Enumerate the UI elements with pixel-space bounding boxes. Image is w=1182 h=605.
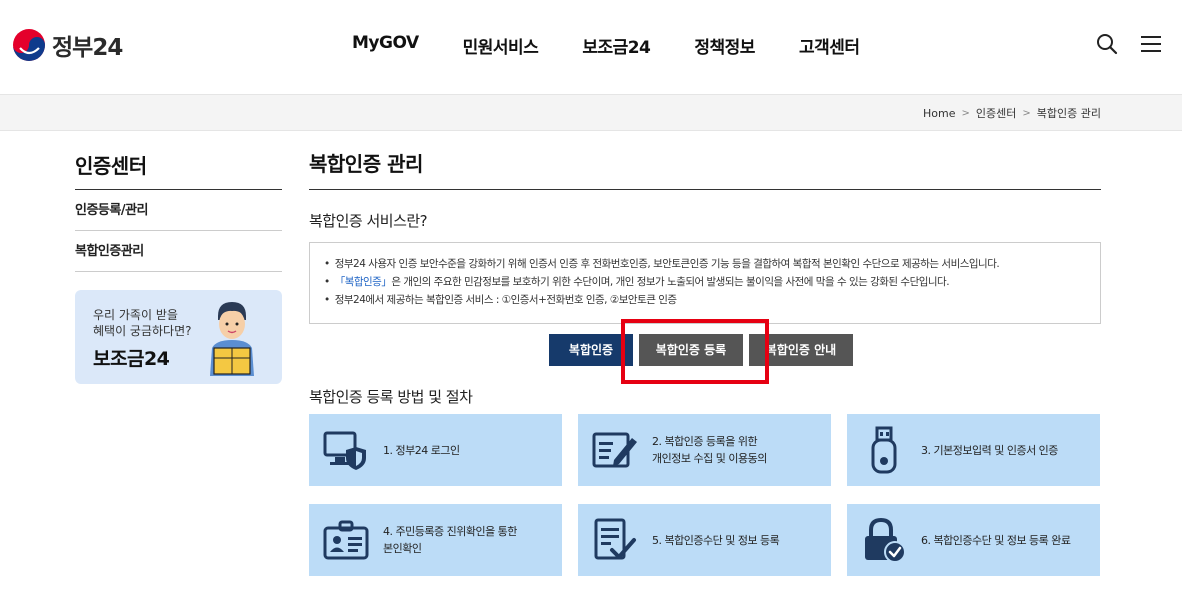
step-6-line1: 6. 복합인증수단 및 정보 등록 완료 xyxy=(921,533,1071,547)
step-4-line1: 4. 주민등록증 진위확인을 통한 xyxy=(383,525,517,538)
breadcrumb-current: 복합인증 관리 xyxy=(1036,107,1101,120)
step-text: 1. 정부24 로그인 xyxy=(383,442,460,459)
step-2-line2: 개인정보 수집 및 이용동의 xyxy=(652,452,767,465)
info-line-2: 「복합인증」은 개인의 주요한 민감정보를 보호하기 위한 수단이며, 개인 정… xyxy=(324,273,1086,291)
step-text: 6. 복합인증수단 및 정보 등록 완료 xyxy=(921,532,1071,549)
step-card-5: 5. 복합인증수단 및 정보 등록 xyxy=(578,504,831,576)
banner-line2: 혜택이 궁금하다면? xyxy=(93,324,192,338)
step-text: 5. 복합인증수단 및 정보 등록 xyxy=(652,532,780,549)
step-text: 4. 주민등록증 진위확인을 통한 본인확인 xyxy=(383,523,517,557)
side-nav-item-auth-register[interactable]: 인증등록/관리 xyxy=(75,190,282,231)
chevron-right-icon: > xyxy=(1022,107,1031,119)
document-check-icon xyxy=(592,517,638,563)
side-nav: 인증센터 인증등록/관리 복합인증관리 우리 가족이 받을 혜택이 궁금하다면?… xyxy=(75,150,282,384)
red-highlight-box xyxy=(621,319,769,384)
step-card-3: 3. 기본정보입력 및 인증서 인증 xyxy=(847,414,1100,486)
info-line-1: 정부24 사용자 인증 보안수준을 강화하기 위해 인증서 인증 후 전화번호인… xyxy=(324,255,1086,273)
site-logo[interactable]: 정부24 xyxy=(12,28,123,62)
step-text: 3. 기본정보입력 및 인증서 인증 xyxy=(921,442,1058,459)
step-card-6: 6. 복합인증수단 및 정보 등록 완료 xyxy=(847,504,1100,576)
nav-subsidy24[interactable]: 보조금24 xyxy=(582,33,651,58)
info-box: 정부24 사용자 인증 보안수준을 강화하기 위해 인증서 인증 후 전화번호인… xyxy=(309,242,1101,324)
taegeuk-logo-icon xyxy=(13,29,45,61)
step-card-1: 1. 정부24 로그인 xyxy=(309,414,562,486)
site-header: 정부24 MyGOV 민원서비스 보조금24 정책정보 고객센터 xyxy=(0,0,1182,95)
form-pen-icon xyxy=(592,427,638,473)
id-card-icon xyxy=(323,517,369,563)
lock-check-icon xyxy=(861,517,907,563)
registration-steps: 1. 정부24 로그인 2. 복합인증 등록을 위한 개인정보 수집 및 이용동… xyxy=(309,414,1101,576)
breadcrumb-auth-center[interactable]: 인증센터 xyxy=(976,105,1016,121)
logo-text: 정부24 xyxy=(52,35,123,61)
breadcrumb: Home > 인증센터 > 복합인증 관리 xyxy=(923,105,1101,121)
banner-subtitle: 우리 가족이 받을 혜택이 궁금하다면? xyxy=(93,307,213,339)
step-5-line1: 5. 복합인증수단 및 정보 등록 xyxy=(652,533,780,547)
search-icon[interactable] xyxy=(1096,33,1118,55)
nav-civil-service[interactable]: 민원서비스 xyxy=(463,33,539,58)
side-nav-title: 인증센터 xyxy=(75,150,282,190)
breadcrumb-bar: Home > 인증센터 > 복합인증 관리 xyxy=(0,95,1182,131)
step-card-2: 2. 복합인증 등록을 위한 개인정보 수집 및 이용동의 xyxy=(578,414,831,486)
banner-line1: 우리 가족이 받을 xyxy=(93,308,178,322)
steps-title: 복합인증 등록 방법 및 절차 xyxy=(309,388,473,406)
step-2-line1: 2. 복합인증 등록을 위한 xyxy=(652,435,758,448)
nav-policy-info[interactable]: 정책정보 xyxy=(694,33,755,58)
subsidy24-banner[interactable]: 우리 가족이 받을 혜택이 궁금하다면? 보조금24 xyxy=(75,290,282,384)
chevron-right-icon: > xyxy=(961,107,970,119)
breadcrumb-home[interactable]: Home xyxy=(923,107,955,120)
main-content: 복합인증 관리 복합인증 서비스란? 정부24 사용자 인증 보안수준을 강화하… xyxy=(309,148,1101,576)
usb-token-icon xyxy=(861,426,907,474)
intro-title: 복합인증 서비스란? xyxy=(309,212,428,230)
step-4-line2: 본인확인 xyxy=(383,542,422,555)
step-3-line1: 3. 기본정보입력 및 인증서 인증 xyxy=(921,443,1058,457)
step-1-line1: 1. 정부24 로그인 xyxy=(383,443,460,457)
banner-title: 보조금24 xyxy=(93,348,170,370)
info-line-2-text: 은 개인의 주요한 민감정보를 보호하기 위한 수단이며, 개인 정보가 노출되… xyxy=(391,276,950,288)
info-line-3: 정부24에서 제공하는 복합인증 서비스 : ①인증서+전화번호 인증, ②보안… xyxy=(324,291,1086,309)
info-highlight-link[interactable]: 「복합인증」 xyxy=(335,276,392,288)
step-card-4: 4. 주민등록증 진위확인을 통한 본인확인 xyxy=(309,504,562,576)
nav-mygov[interactable]: MyGOV xyxy=(352,33,419,58)
monitor-shield-icon xyxy=(323,427,369,473)
man-holding-box-illustration xyxy=(210,302,254,376)
nav-customer-center[interactable]: 고객센터 xyxy=(799,33,860,58)
header-utilities xyxy=(1096,33,1162,55)
side-nav-item-multi-auth[interactable]: 복합인증관리 xyxy=(75,231,282,272)
page-title: 복합인증 관리 xyxy=(309,148,1101,190)
global-nav: MyGOV 민원서비스 보조금24 정책정보 고객센터 xyxy=(330,33,882,58)
step-text: 2. 복합인증 등록을 위한 개인정보 수집 및 이용동의 xyxy=(652,433,767,467)
menu-hamburger-icon[interactable] xyxy=(1140,34,1162,54)
